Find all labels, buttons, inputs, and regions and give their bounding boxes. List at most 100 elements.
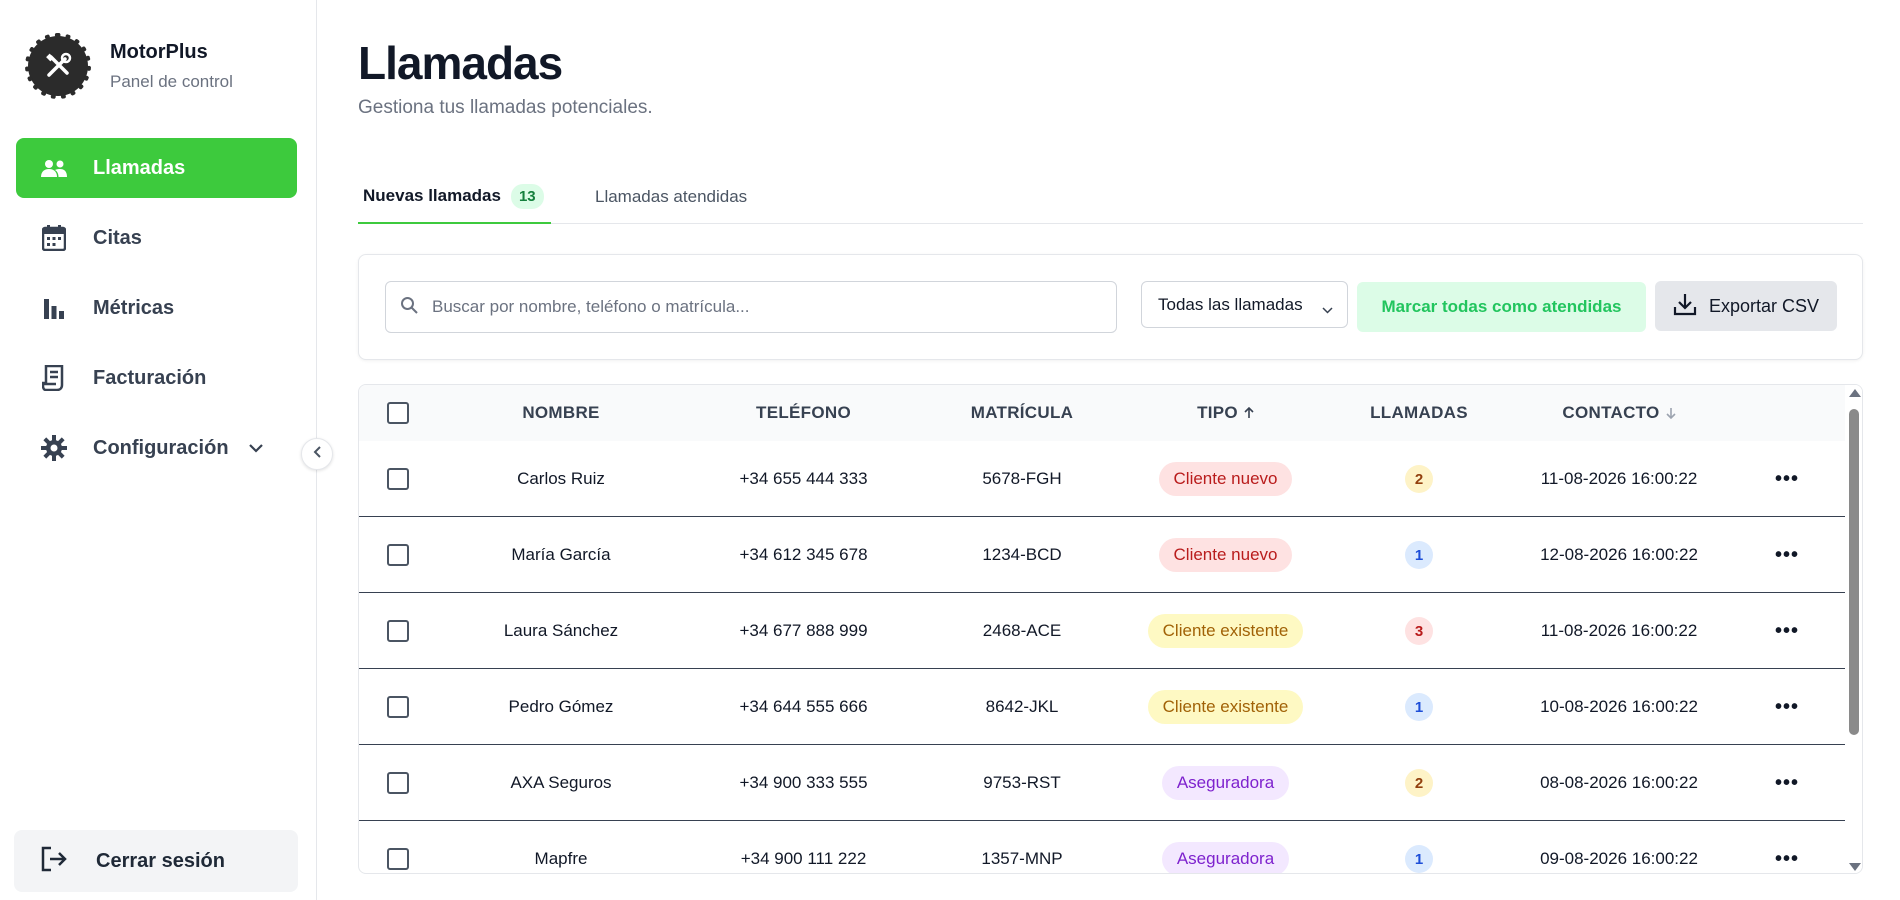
scroll-down-arrow[interactable] bbox=[1849, 863, 1861, 871]
select-all-checkbox[interactable] bbox=[387, 402, 409, 424]
telefono-value: +34 644 555 666 bbox=[739, 697, 868, 716]
cell-matricula: 2468-ACE bbox=[922, 593, 1122, 669]
tab-label: Llamadas atendidas bbox=[595, 187, 748, 206]
page-title: Llamadas bbox=[358, 37, 563, 89]
cell-telefono: +34 612 345 678 bbox=[685, 517, 922, 593]
type-badge: Cliente nuevo bbox=[1158, 538, 1293, 572]
matricula-value: 1357-MNP bbox=[981, 849, 1063, 868]
logout-icon bbox=[40, 846, 68, 877]
telefono-value: +34 900 111 222 bbox=[740, 849, 867, 868]
row-checkbox[interactable] bbox=[387, 772, 409, 794]
more-options-icon[interactable]: ••• bbox=[1775, 848, 1799, 871]
filter-select[interactable]: Todas las llamadas bbox=[1141, 281, 1348, 328]
sidebar-item-facturacion[interactable]: Facturación bbox=[16, 348, 297, 408]
cell-contacto: 10-08-2026 16:00:22 bbox=[1509, 669, 1729, 745]
nombre-value: AXA Seguros bbox=[510, 773, 612, 792]
type-badge: Cliente existente bbox=[1147, 690, 1304, 724]
row-checkbox[interactable] bbox=[387, 468, 409, 490]
sidebar-item-label: Configuración bbox=[93, 436, 229, 459]
cell-nombre: AXA Seguros bbox=[437, 745, 685, 821]
row-checkbox[interactable] bbox=[387, 848, 409, 870]
cell-telefono: +34 900 333 555 bbox=[685, 745, 922, 821]
row-checkbox[interactable] bbox=[387, 544, 409, 566]
type-badge: Cliente existente bbox=[1147, 614, 1304, 648]
sidebar-item-label: Llamadas bbox=[93, 156, 186, 179]
tab-llamadas-atendidas[interactable]: Llamadas atendidas bbox=[595, 170, 747, 224]
cell-tipo: Cliente nuevo bbox=[1122, 441, 1329, 517]
table-row[interactable]: Mapfre +34 900 111 222 1357-MNP Aseguradora… bbox=[359, 821, 1845, 873]
table-row[interactable]: Pedro Gómez +34 644 555 666 8642-JKL Client… bbox=[359, 669, 1845, 745]
row-select-cell bbox=[359, 745, 437, 821]
cell-matricula: 1234-BCD bbox=[922, 517, 1122, 593]
search-box bbox=[385, 281, 1117, 333]
cell-contacto: 12-08-2026 16:00:22 bbox=[1509, 517, 1729, 593]
table-row[interactable]: María García +34 612 345 678 1234-BCD Clien… bbox=[359, 517, 1845, 593]
scroll-thumb[interactable] bbox=[1849, 409, 1859, 735]
telefono-value: +34 900 333 555 bbox=[739, 773, 868, 792]
cell-contacto: 11-08-2026 16:00:22 bbox=[1509, 441, 1729, 517]
cell-telefono: +34 655 444 333 bbox=[685, 441, 922, 517]
matricula-value: 1234-BCD bbox=[982, 545, 1062, 564]
more-options-icon[interactable]: ••• bbox=[1775, 772, 1799, 795]
contacto-value: 09-08-2026 16:00:22 bbox=[1540, 849, 1698, 868]
sidebar-item-llamadas[interactable]: Llamadas bbox=[16, 138, 297, 198]
cell-contacto: 11-08-2026 16:00:22 bbox=[1509, 593, 1729, 669]
more-options-icon[interactable]: ••• bbox=[1775, 696, 1799, 719]
calls-count-badge: 2 bbox=[1405, 465, 1433, 493]
col-header-label: CONTACTO bbox=[1562, 403, 1660, 422]
col-header-llamadas[interactable]: LLAMADAS bbox=[1329, 385, 1509, 441]
export-csv-button[interactable]: Exportar CSV bbox=[1655, 281, 1837, 331]
search-input[interactable] bbox=[432, 297, 1092, 317]
col-header-contacto[interactable]: CONTACTO bbox=[1509, 385, 1729, 441]
cell-matricula: 9753-RST bbox=[922, 745, 1122, 821]
logout-button[interactable]: Cerrar sesión bbox=[14, 830, 298, 892]
sidebar-item-metricas[interactable]: Métricas bbox=[16, 278, 297, 338]
tabs: Nuevas llamadas 13 Llamadas atendidas bbox=[358, 170, 1863, 224]
sidebar-item-configuracion[interactable]: Configuración bbox=[16, 418, 297, 478]
col-header-matricula[interactable]: MATRÍCULA bbox=[922, 385, 1122, 441]
table-row[interactable]: Carlos Ruiz +34 655 444 333 5678-FGH Client… bbox=[359, 441, 1845, 517]
collapse-sidebar-button[interactable] bbox=[301, 438, 333, 470]
more-options-icon[interactable]: ••• bbox=[1775, 468, 1799, 491]
cell-llamadas: 3 bbox=[1329, 593, 1509, 669]
cell-telefono: +34 900 111 222 bbox=[685, 821, 922, 873]
calls-count-badge: 2 bbox=[1405, 769, 1433, 797]
cell-llamadas: 2 bbox=[1329, 745, 1509, 821]
row-select-cell bbox=[359, 821, 437, 873]
table-row[interactable]: AXA Seguros +34 900 333 555 9753-RST Asegur… bbox=[359, 745, 1845, 821]
row-actions-cell: ••• bbox=[1729, 821, 1845, 873]
row-actions-cell: ••• bbox=[1729, 745, 1845, 821]
row-checkbox[interactable] bbox=[387, 620, 409, 642]
nombre-value: María García bbox=[511, 545, 611, 564]
type-badge: Aseguradora bbox=[1161, 842, 1290, 873]
contacto-value: 11-08-2026 16:00:22 bbox=[1540, 469, 1698, 488]
more-options-icon[interactable]: ••• bbox=[1775, 544, 1799, 567]
cell-nombre: Pedro Gómez bbox=[437, 669, 685, 745]
cell-tipo: Cliente existente bbox=[1122, 669, 1329, 745]
calls-count-badge: 1 bbox=[1405, 693, 1433, 721]
sidebar-item-citas[interactable]: Citas bbox=[16, 208, 297, 268]
mark-all-attended-button[interactable]: Marcar todas como atendidas bbox=[1357, 282, 1646, 332]
sort-ascending-icon bbox=[1244, 407, 1254, 419]
row-checkbox[interactable] bbox=[387, 696, 409, 718]
scroll-up-arrow[interactable] bbox=[1849, 389, 1861, 397]
logo-icon bbox=[25, 33, 91, 99]
col-header-nombre[interactable]: NOMBRE bbox=[437, 385, 685, 441]
export-label: Exportar CSV bbox=[1708, 295, 1820, 316]
table-header: NOMBRE TELÉFONO MATRÍCULA TIPO LLAMADAS … bbox=[359, 385, 1845, 441]
bar-chart-icon bbox=[40, 294, 68, 322]
col-header-tipo[interactable]: TIPO bbox=[1122, 385, 1329, 441]
matricula-value: 8642-JKL bbox=[985, 697, 1059, 716]
col-header-telefono[interactable]: TELÉFONO bbox=[685, 385, 922, 441]
nombre-value: Laura Sánchez bbox=[503, 621, 619, 640]
tab-nuevas-llamadas[interactable]: Nuevas llamadas 13 bbox=[358, 170, 551, 224]
table-scrollbar[interactable] bbox=[1845, 385, 1862, 873]
more-options-icon[interactable]: ••• bbox=[1775, 620, 1799, 643]
row-actions-cell: ••• bbox=[1729, 593, 1845, 669]
type-badge: Aseguradora bbox=[1161, 766, 1290, 800]
table-row[interactable]: Laura Sánchez +34 677 888 999 2468-ACE Clie… bbox=[359, 593, 1845, 669]
telefono-value: +34 655 444 333 bbox=[739, 469, 868, 488]
brand: MotorPlus Panel de control bbox=[25, 33, 233, 99]
nombre-value: Pedro Gómez bbox=[508, 697, 614, 716]
sidebar-item-label: Métricas bbox=[93, 296, 175, 319]
